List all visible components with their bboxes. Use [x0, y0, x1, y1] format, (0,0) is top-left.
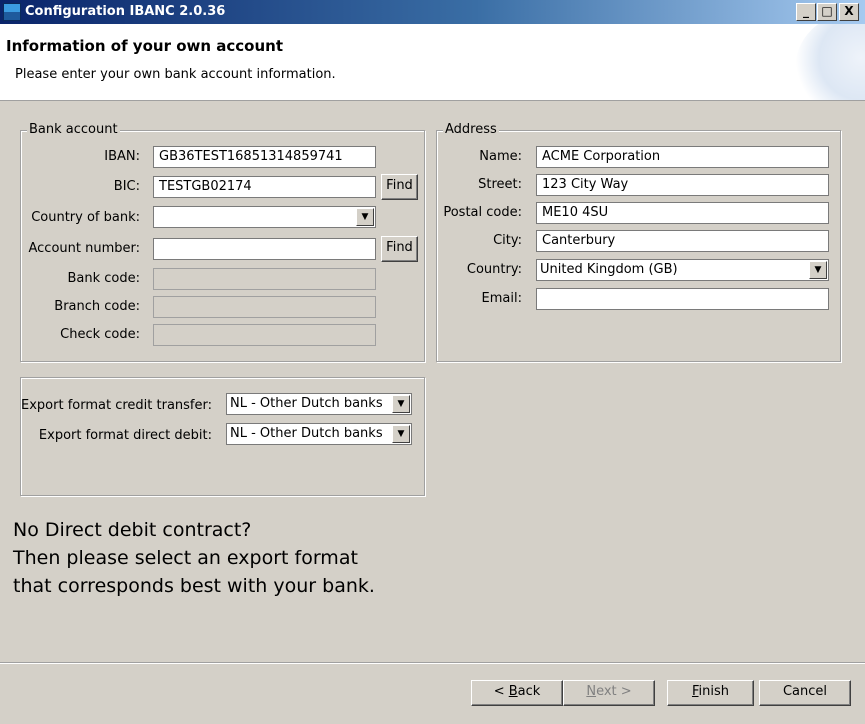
country-label: Country: [466, 262, 522, 277]
bank-code-label: Bank code: [67, 271, 140, 286]
account-number-input[interactable] [153, 238, 376, 260]
address-legend: Address [443, 122, 499, 137]
header-decoration [795, 24, 865, 100]
email-label: Email: [481, 291, 522, 306]
app-icon [3, 3, 21, 21]
next-accelerator: N [586, 684, 597, 699]
country-value: United Kingdom (GB) [540, 262, 678, 277]
name-label: Name: [479, 149, 522, 164]
chevron-down-icon[interactable]: ▼ [392, 425, 410, 443]
country-select[interactable]: United Kingdom (GB) ▼ [536, 259, 829, 281]
check-code-label: Check code: [60, 327, 140, 342]
country-of-bank-select[interactable]: ▼ [153, 206, 376, 228]
info-line-1: No Direct debit contract? [13, 519, 252, 541]
find-account-button[interactable]: Find [381, 236, 418, 262]
branch-code-field [153, 296, 376, 318]
address-group: Address Name: ACME Corporation Street: 1… [436, 122, 841, 362]
cancel-button[interactable]: Cancel [759, 680, 851, 706]
export-credit-select[interactable]: NL - Other Dutch banks ▼ [226, 393, 412, 415]
finish-label: inish [698, 684, 730, 699]
next-label: ext > [596, 684, 632, 699]
wizard-header: Information of your own account Please e… [0, 24, 865, 101]
footer-separator [0, 662, 865, 664]
name-input[interactable]: ACME Corporation [536, 146, 829, 168]
export-debit-select[interactable]: NL - Other Dutch banks ▼ [226, 423, 412, 445]
export-credit-label: Export format credit transfer: [21, 398, 212, 413]
country-of-bank-label: Country of bank: [31, 210, 140, 225]
export-debit-label: Export format direct debit: [38, 428, 212, 443]
chevron-down-icon[interactable]: ▼ [356, 208, 374, 226]
finish-button[interactable]: Finish [667, 680, 754, 706]
postal-code-label: Postal code: [443, 205, 522, 220]
bank-account-group: Bank account IBAN: GB36TEST1685131485974… [20, 122, 425, 362]
bank-account-legend: Bank account [27, 122, 120, 137]
iban-input[interactable]: GB36TEST16851314859741 [153, 146, 376, 168]
city-label: City: [493, 233, 522, 248]
street-label: Street: [478, 177, 522, 192]
check-code-field [153, 324, 376, 346]
back-button[interactable]: < Back [471, 680, 563, 706]
info-line-3: that corresponds best with your bank. [13, 575, 375, 597]
branch-code-label: Branch code: [54, 299, 140, 314]
street-input[interactable]: 123 City Way [536, 174, 829, 196]
back-label: ack [517, 684, 541, 699]
export-format-group: Export format credit transfer: NL - Othe… [20, 377, 425, 496]
minimize-button[interactable]: _ [796, 3, 816, 21]
page-subtitle: Please enter your own bank account infor… [15, 67, 336, 82]
account-number-label: Account number: [28, 241, 140, 256]
back-accelerator: B [508, 684, 518, 699]
title-bar: Configuration IBANC 2.0.36 _ □ X [0, 0, 865, 24]
iban-label: IBAN: [104, 149, 140, 164]
page-title: Information of your own account [6, 37, 283, 55]
email-input[interactable] [536, 288, 829, 310]
bank-code-field [153, 268, 376, 290]
back-prefix: < [493, 684, 509, 699]
postal-code-input[interactable]: ME10 4SU [536, 202, 829, 224]
next-button[interactable]: Next > [563, 680, 655, 706]
maximize-button[interactable]: □ [817, 3, 837, 21]
city-input[interactable]: Canterbury [536, 230, 829, 252]
info-line-2: Then please select an export format [13, 547, 358, 569]
close-button[interactable]: X [839, 3, 859, 21]
bic-label: BIC: [113, 179, 140, 194]
find-bic-button[interactable]: Find [381, 174, 418, 200]
window-title: Configuration IBANC 2.0.36 [25, 4, 226, 19]
bic-input[interactable]: TESTGB02174 [153, 176, 376, 198]
chevron-down-icon[interactable]: ▼ [809, 261, 827, 279]
export-credit-value: NL - Other Dutch banks [230, 396, 383, 411]
export-debit-value: NL - Other Dutch banks [230, 426, 383, 441]
chevron-down-icon[interactable]: ▼ [392, 395, 410, 413]
